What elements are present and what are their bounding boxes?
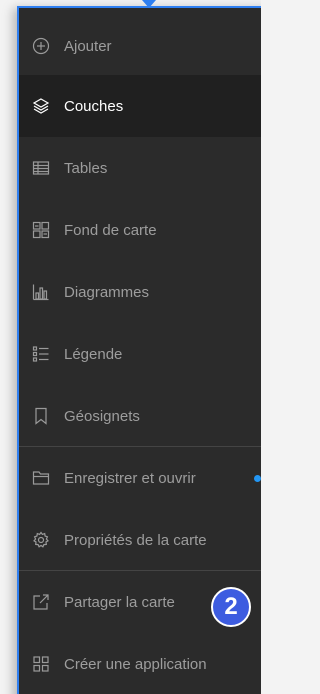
layers-icon xyxy=(31,96,51,116)
gear-icon xyxy=(31,530,51,550)
menu-item-label: Couches xyxy=(64,97,124,115)
menu-item-label: Propriétés de la carte xyxy=(64,531,207,549)
menu-item-legende[interactable]: Légende xyxy=(19,323,261,385)
basemap-icon xyxy=(31,220,51,240)
screenshot-frame: Ajouter Couches Tables Fond de carte Dia… xyxy=(0,0,261,694)
share-icon xyxy=(31,592,51,612)
apps-grid-icon xyxy=(31,654,51,674)
menu-item-label: Partager la carte xyxy=(64,593,175,611)
menu-item-creer-une-application[interactable]: Créer une application xyxy=(19,633,261,694)
legend-icon xyxy=(31,344,51,364)
menu-item-label: Créer une application xyxy=(64,655,207,673)
menu-item-label: Enregistrer et ouvrir xyxy=(64,469,196,487)
menu-item-proprietes-de-la-carte[interactable]: Propriétés de la carte xyxy=(19,509,261,571)
menu-item-couches[interactable]: Couches xyxy=(19,75,261,137)
menu-item-label: Diagrammes xyxy=(64,283,150,301)
chart-icon xyxy=(31,282,51,302)
panel-pointer-arrow xyxy=(142,0,156,8)
menu-item-label: Tables xyxy=(64,159,108,177)
menu-item-ajouter[interactable]: Ajouter xyxy=(19,15,261,77)
menu-item-label: Légende xyxy=(64,345,123,363)
menu-item-geosignets[interactable]: Géosignets xyxy=(19,385,261,447)
bookmark-icon xyxy=(31,406,51,426)
menu-item-label: Ajouter xyxy=(64,37,112,55)
unsaved-indicator-dot xyxy=(254,475,261,482)
menu-item-fond-de-carte[interactable]: Fond de carte xyxy=(19,199,261,261)
menu-item-enregistrer-et-ouvrir[interactable]: Enregistrer et ouvrir xyxy=(19,447,261,509)
plus-circle-icon xyxy=(31,36,51,56)
menu-item-label: Géosignets xyxy=(64,407,140,425)
menu-item-label: Fond de carte xyxy=(64,221,157,239)
folder-icon xyxy=(31,468,51,488)
table-icon xyxy=(31,158,51,178)
menu-item-tables[interactable]: Tables xyxy=(19,137,261,199)
step-number-badge: 2 xyxy=(211,587,251,627)
menu-item-diagrammes[interactable]: Diagrammes xyxy=(19,261,261,323)
